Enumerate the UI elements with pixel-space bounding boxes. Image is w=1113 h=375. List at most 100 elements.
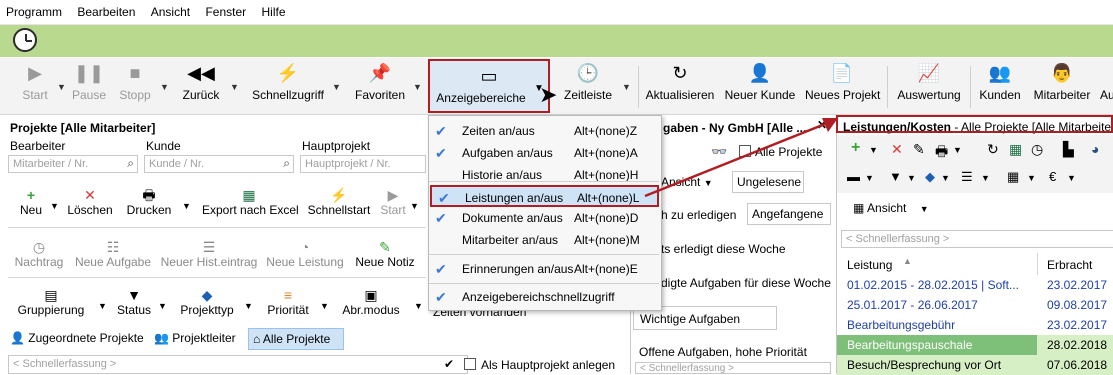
table-row[interactable]: 25.01.2017 - 26.06.2017 09.08.2017 [837, 295, 1113, 315]
menu-bearbeiten[interactable]: Bearbeiten [71, 0, 141, 19]
drucken-button[interactable]: 🖶 Drucken [124, 187, 174, 217]
table-row[interactable]: 01.02.2015 - 28.02.2015 | Soft... 23.02.2… [837, 275, 1113, 295]
stopp-button[interactable]: ■ Stopp [116, 58, 154, 114]
menu-item[interactable]: ✔ Zeiten an/aus Alt+(none)Z [429, 120, 659, 142]
abrmodus-button[interactable]: ▣ Abr.modus [338, 287, 404, 317]
prioritaet-button[interactable]: ≡ Priorität [262, 287, 314, 317]
chevron-down-icon[interactable]: ▼ [410, 201, 419, 211]
chevron-down-icon[interactable]: ▼ [941, 173, 950, 183]
chevron-down-icon[interactable]: ▼ [865, 173, 874, 183]
menu-fenster[interactable]: Fenster [199, 0, 252, 19]
neuer-kunde-button[interactable]: 👤 Neuer Kunde [724, 58, 796, 114]
chevron-down-icon[interactable]: ▼ [907, 173, 916, 183]
menu-item[interactable]: ✔ Erinnerungen an/aus Alt+(none)E [429, 258, 659, 280]
schnellzugriff-button[interactable]: ⚡ Schnellzugriff [248, 58, 328, 114]
confirm-check-icon[interactable]: ✔ [444, 357, 454, 371]
chevron-down-icon[interactable]: ▼ [1027, 173, 1036, 183]
pause-button[interactable]: ❚❚ Pause [70, 58, 108, 114]
hauptprojekt-checkbox[interactable] [464, 358, 476, 370]
neue-aufgabe-button[interactable]: ☷ Neue Aufgabe [74, 239, 152, 269]
chevron-down-icon[interactable]: ▼ [414, 301, 423, 311]
menu-item[interactable]: Mitarbeiter an/aus Alt+(none)M [429, 229, 659, 251]
schnellerfassung-input[interactable]: < Schnellerfassung > [635, 362, 831, 374]
column-header-leistung[interactable]: Leistung [847, 258, 892, 272]
hauptprojekt-input[interactable]: Hauptprojekt / Nr. [300, 155, 426, 173]
projekttyp-button[interactable]: ◆ Projekttyp [176, 287, 238, 317]
anzeigebereiche-button[interactable]: ▭ Anzeigebereiche ▼ [428, 59, 550, 113]
chevron-down-icon[interactable]: ▼ [160, 82, 169, 92]
chevron-down-icon[interactable]: ▼ [413, 82, 422, 92]
zurueck-button[interactable]: ◀◀ Zurück [180, 58, 222, 114]
menu-programm[interactable]: Programm [0, 0, 68, 19]
neue-leistung-button[interactable]: ◔ Neue Leistung [266, 239, 344, 269]
chevron-down-icon[interactable]: ▼ [320, 301, 329, 311]
schnellstart-button[interactable]: ⚡ Schnellstart [306, 187, 372, 217]
tab-zugeordnete-projekte[interactable]: 👤 Zugeordnete Projekte [10, 331, 144, 345]
chevron-down-icon[interactable]: ▼ [230, 82, 239, 92]
table-row[interactable]: Besuch/Besprechung vor Ort 07.06.2018 [837, 355, 1113, 375]
kunde-input[interactable]: Kunde / Nr. ⌕ [144, 155, 294, 173]
nachtrag-button[interactable]: ◷ Nachtrag [12, 239, 66, 269]
clock-icon[interactable] [13, 28, 37, 52]
excel-icon[interactable]: ▦ [1009, 141, 1022, 158]
tab-alle-projekte[interactable]: ⌂ Alle Projekte [248, 328, 344, 350]
schnellerfassung-input[interactable]: < Schnellerfassung > [841, 230, 1113, 248]
tab-projektleiter[interactable]: 👥 Projektleiter [154, 331, 236, 345]
chevron-down-icon[interactable]: ▼ [953, 145, 962, 155]
export-excel-button[interactable]: ▦ Export nach Excel [202, 187, 299, 217]
start-button[interactable]: ▶ Start [378, 187, 408, 217]
chevron-down-icon[interactable]: ▼ [981, 173, 990, 183]
chevron-down-icon[interactable]: ▼ [158, 301, 167, 311]
auswertung-button[interactable]: 📈 Auswertung [896, 58, 962, 114]
pie-chart-icon[interactable]: ◕ [1091, 141, 1099, 157]
filter-icon[interactable]: ▼ [889, 169, 902, 184]
zeitleiste-button[interactable]: 🕒 Zeitleiste [563, 58, 613, 114]
status-filter-button[interactable]: ▼ Status [114, 287, 154, 317]
calendar-icon[interactable]: ▦ [1007, 169, 1019, 185]
printer-icon[interactable]: 🖶 [935, 141, 948, 165]
loeschen-button[interactable]: ✕ Löschen [64, 187, 116, 217]
start-button[interactable]: ▶ Start [18, 58, 52, 114]
erledigt-woche-button[interactable]: ts erledigt diese Woche [661, 242, 786, 256]
chevron-down-icon[interactable]: ▼ [869, 145, 878, 155]
menu-ansicht[interactable]: Ansicht [145, 0, 196, 19]
chevron-down-icon[interactable]: ▼ [50, 201, 59, 211]
aufgaben-woche-button[interactable]: digte Aufgaben für diese Woche [661, 276, 831, 290]
chevron-down-icon[interactable]: ▼ [1067, 173, 1076, 183]
refresh-icon[interactable]: ↻ [987, 141, 999, 158]
chevron-down-icon[interactable]: ▼ [98, 301, 107, 311]
neu-button[interactable]: + Neu [14, 187, 48, 217]
zu-erledigen-button[interactable]: h zu erledigen [661, 208, 736, 222]
neues-projekt-button[interactable]: 📄 Neues Projekt [805, 58, 880, 114]
list-icon[interactable]: ☰ [961, 169, 973, 185]
offene-aufgaben-button[interactable]: Offene Aufgaben, hohe Priorität [639, 345, 807, 359]
mitarbeiter-button[interactable]: 👨 Mitarbeiter [1030, 58, 1094, 114]
shapes-icon[interactable]: ◆ [925, 169, 935, 185]
table-row[interactable]: Bearbeitungsgebühr 23.02.2017 [837, 315, 1113, 335]
table-row[interactable]: Bearbeitungspauschale 28.02.2018 [837, 335, 1113, 355]
menu-item[interactable]: Historie an/aus Alt+(none)H [429, 164, 659, 186]
toolbar-overflow-button[interactable]: Au [1100, 58, 1113, 114]
edit-icon[interactable]: ✎ [913, 141, 925, 158]
menu-hilfe[interactable]: Hilfe [255, 0, 291, 19]
bearbeiter-input[interactable]: Mitarbeiter / Nr. ⌕ [8, 155, 138, 173]
kunden-button[interactable]: 👥 Kunden [978, 58, 1022, 114]
gruppierung-button[interactable]: ▤ Gruppierung [16, 287, 86, 317]
chevron-down-icon[interactable]: ▼ [332, 82, 341, 92]
delete-icon[interactable]: ✕ [891, 141, 903, 158]
chart-icon[interactable]: ▙ [1063, 141, 1074, 158]
aktualisieren-button[interactable]: ↻ Aktualisieren [645, 58, 715, 114]
menu-item[interactable]: ✔ Dokumente an/aus Alt+(none)D [429, 207, 659, 229]
chevron-down-icon[interactable]: ▼ [182, 201, 191, 211]
chevron-down-icon[interactable]: ▼ [57, 82, 66, 92]
schnellerfassung-input[interactable]: < Schnellerfassung > [8, 355, 468, 374]
clock-icon[interactable]: ◷ [1031, 141, 1043, 158]
currency-icon[interactable]: € [1049, 169, 1056, 184]
menu-item[interactable]: ✔ Leistungen an/aus Alt+(none)L [430, 185, 659, 207]
chevron-down-icon[interactable]: ▼ [244, 301, 253, 311]
chevron-down-icon[interactable]: ▼ [622, 82, 631, 92]
neue-notiz-button[interactable]: ✎ Neue Notiz [354, 239, 416, 269]
plus-icon[interactable]: + [851, 139, 860, 157]
menu-item[interactable]: ✔ Anzeigebereichschnellzugriff [429, 286, 659, 308]
ansicht-button[interactable]: ▦ Ansicht ▼ [853, 201, 929, 215]
